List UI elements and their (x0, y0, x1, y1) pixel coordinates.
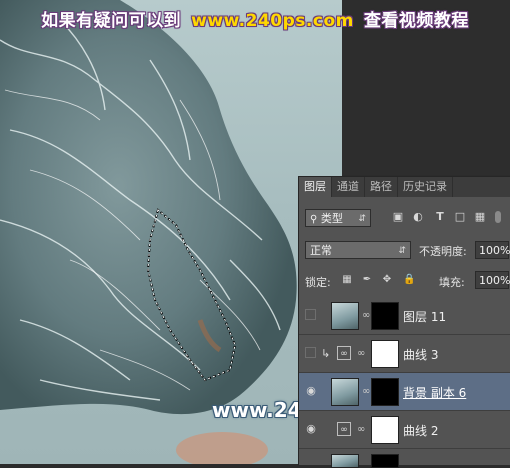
filter-row: ⚲ 类型 ⇵ ▣ ◐ T □ ▦ (299, 207, 510, 229)
search-icon: ⚲ (310, 214, 318, 225)
blend-row: 正常 ⇵ 不透明度: 100% (299, 239, 510, 261)
type-filter-icon[interactable]: T (433, 210, 447, 224)
smart-object-filter-icon[interactable]: ▦ (473, 210, 487, 224)
layer-row[interactable] (299, 449, 510, 468)
layer-name[interactable]: 曲线 3 (403, 346, 438, 363)
layer-row[interactable]: ∞ 图层 11 (299, 297, 510, 335)
link-icon[interactable]: ∞ (362, 310, 370, 321)
lock-label: 锁定: (305, 276, 331, 289)
lock-all-icon[interactable]: 🔒 (403, 274, 415, 286)
layer-row[interactable]: ↳ ∞ ∞ 曲线 3 (299, 335, 510, 373)
link-icon[interactable]: ∞ (357, 348, 365, 359)
mask-thumbnail[interactable] (371, 416, 399, 444)
lock-transparent-icon[interactable]: ▦ (341, 274, 353, 286)
layer-thumbnail (331, 302, 359, 330)
tab-channels[interactable]: 通道 (332, 177, 365, 197)
watermark-top-right: 查看视频教程 (363, 11, 469, 31)
link-icon[interactable]: ∞ (362, 386, 370, 397)
fill-input[interactable]: 100% (475, 271, 510, 289)
layer-thumbnail (331, 454, 359, 468)
opacity-label: 不透明度: (419, 245, 467, 258)
watermark-top-left: 如果有疑问可以到 (41, 11, 182, 31)
lock-position-icon[interactable]: ✥ (381, 274, 393, 286)
watermark-top-url: www.240ps.com (191, 11, 354, 31)
shape-filter-icon[interactable]: □ (453, 210, 467, 224)
layer-thumbnail (331, 378, 359, 406)
chevron-updown-icon: ⇵ (358, 214, 366, 224)
mask-thumbnail[interactable] (371, 454, 399, 468)
layer-name[interactable]: 曲线 2 (403, 422, 438, 439)
water-splash-image (0, 0, 297, 464)
eye-icon[interactable]: ◉ (305, 385, 317, 397)
tab-layers[interactable]: 图层 (299, 177, 332, 197)
layer-row-selected[interactable]: ◉ ∞ 背景 副本 6 (299, 373, 510, 411)
image-filter-icon[interactable]: ▣ (391, 210, 405, 224)
fill-label: 填充: (439, 276, 465, 289)
visibility-toggle[interactable] (305, 347, 316, 358)
layer-row[interactable]: ◉ ∞ ∞ 曲线 2 (299, 411, 510, 449)
layer-name[interactable]: 图层 11 (403, 308, 446, 325)
filter-kind-label: 类型 (320, 212, 343, 225)
visibility-toggle[interactable] (305, 309, 316, 320)
layer-name[interactable]: 背景 副本 6 (403, 384, 466, 401)
blend-mode-value: 正常 (310, 244, 332, 257)
mask-thumbnail[interactable] (371, 378, 399, 406)
filter-toggle[interactable] (495, 211, 501, 223)
clipping-arrow-icon: ↳ (321, 347, 331, 360)
filter-kind-select[interactable]: ⚲ 类型 ⇵ (305, 209, 371, 227)
curves-adjustment-icon: ∞ (337, 422, 351, 436)
mask-thumbnail[interactable] (371, 302, 399, 330)
watermark-top: 如果有疑问可以到 www.240ps.com 查看视频教程 (0, 6, 510, 31)
curves-adjustment-icon: ∞ (337, 346, 351, 360)
panel-tabs: 图层 通道 路径 历史记录 (299, 177, 510, 197)
document-canvas[interactable] (0, 0, 342, 464)
lock-paint-icon[interactable]: ✒ (361, 274, 373, 286)
mask-thumbnail[interactable] (371, 340, 399, 368)
lock-row: 锁定: ▦ ✒ ✥ 🔒 填充: 100% (299, 269, 510, 291)
blend-mode-select[interactable]: 正常 ⇵ (305, 241, 411, 259)
opacity-input[interactable]: 100% (475, 241, 510, 259)
link-icon[interactable]: ∞ (357, 424, 365, 435)
eye-icon[interactable]: ◉ (305, 423, 317, 435)
adjustment-filter-icon[interactable]: ◐ (411, 210, 425, 224)
layers-panel: 图层 通道 路径 历史记录 ⚲ 类型 ⇵ ▣ ◐ T □ ▦ 正常 ⇵ 不透明度… (298, 176, 510, 468)
tab-paths[interactable]: 路径 (365, 177, 398, 197)
chevron-updown-icon: ⇵ (398, 246, 406, 256)
tab-history[interactable]: 历史记录 (398, 177, 453, 197)
